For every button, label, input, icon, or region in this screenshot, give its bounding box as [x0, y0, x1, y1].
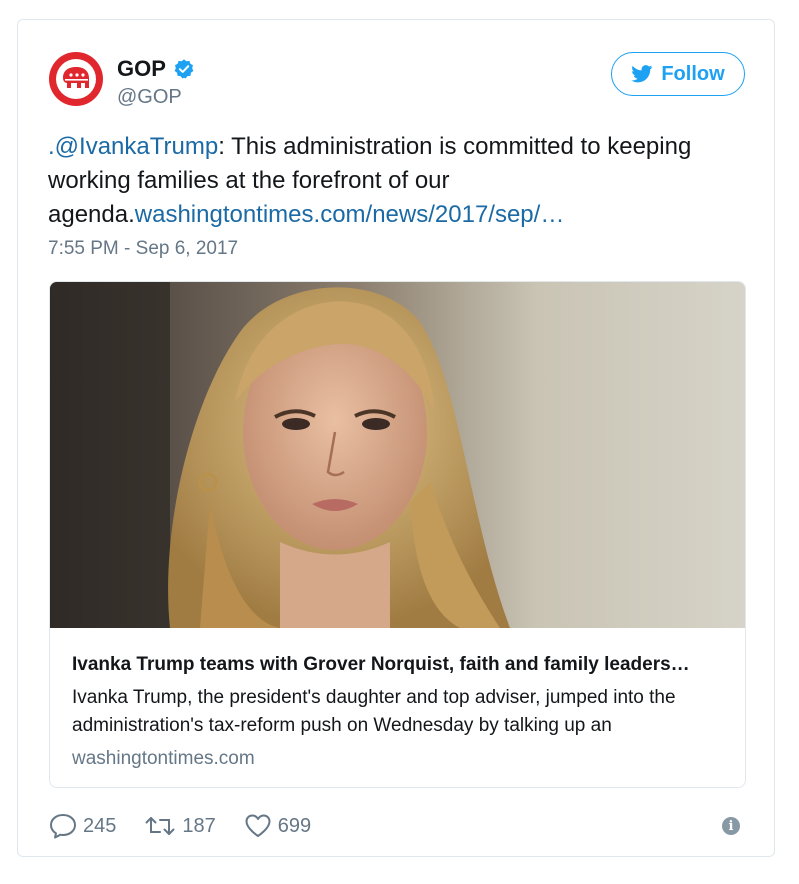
- reply-count: 245: [83, 814, 117, 837]
- tweet-card: GOP @GOP Follow .@IvankaTrump: This admi…: [17, 19, 775, 857]
- follow-label: Follow: [661, 62, 725, 85]
- verified-badge-icon: [174, 59, 194, 79]
- like-count: 699: [277, 814, 312, 837]
- gop-elephant-logo: [56, 59, 96, 99]
- tweet-timestamp[interactable]: 7:55 PM - Sep 6, 2017: [48, 238, 238, 260]
- mention-link[interactable]: .@IvankaTrump: [48, 133, 218, 160]
- reply-icon: [50, 814, 76, 839]
- card-domain: washingtontimes.com: [72, 748, 255, 769]
- reply-action[interactable]: 245: [49, 813, 116, 839]
- twitter-bird-icon: [631, 65, 653, 83]
- tweet-text: .@IvankaTrump: This administration is co…: [48, 130, 748, 232]
- author-name[interactable]: GOP: [117, 56, 166, 82]
- card-title: Ivanka Trump teams with Grover Norquist,…: [72, 654, 690, 675]
- retweet-icon: [145, 817, 175, 835]
- author-handle[interactable]: @GOP: [117, 86, 182, 109]
- follow-button[interactable]: Follow: [611, 52, 745, 96]
- retweet-action[interactable]: 187: [144, 814, 216, 838]
- avatar[interactable]: [49, 52, 103, 106]
- article-link[interactable]: washingtontimes.com/news/2017/sep/…: [135, 201, 565, 228]
- link-preview-card[interactable]: Ivanka Trump teams with Grover Norquist,…: [49, 281, 746, 788]
- author-name-row: GOP: [117, 56, 195, 82]
- like-action[interactable]: 699: [244, 813, 311, 839]
- card-description: Ivanka Trump, the president's daughter a…: [72, 687, 676, 736]
- retweet-count: 187: [182, 814, 216, 837]
- tweet-actions: 245 187 699: [49, 813, 339, 839]
- heart-icon: [245, 814, 271, 837]
- info-icon[interactable]: i: [722, 817, 740, 835]
- card-photo: [50, 282, 745, 628]
